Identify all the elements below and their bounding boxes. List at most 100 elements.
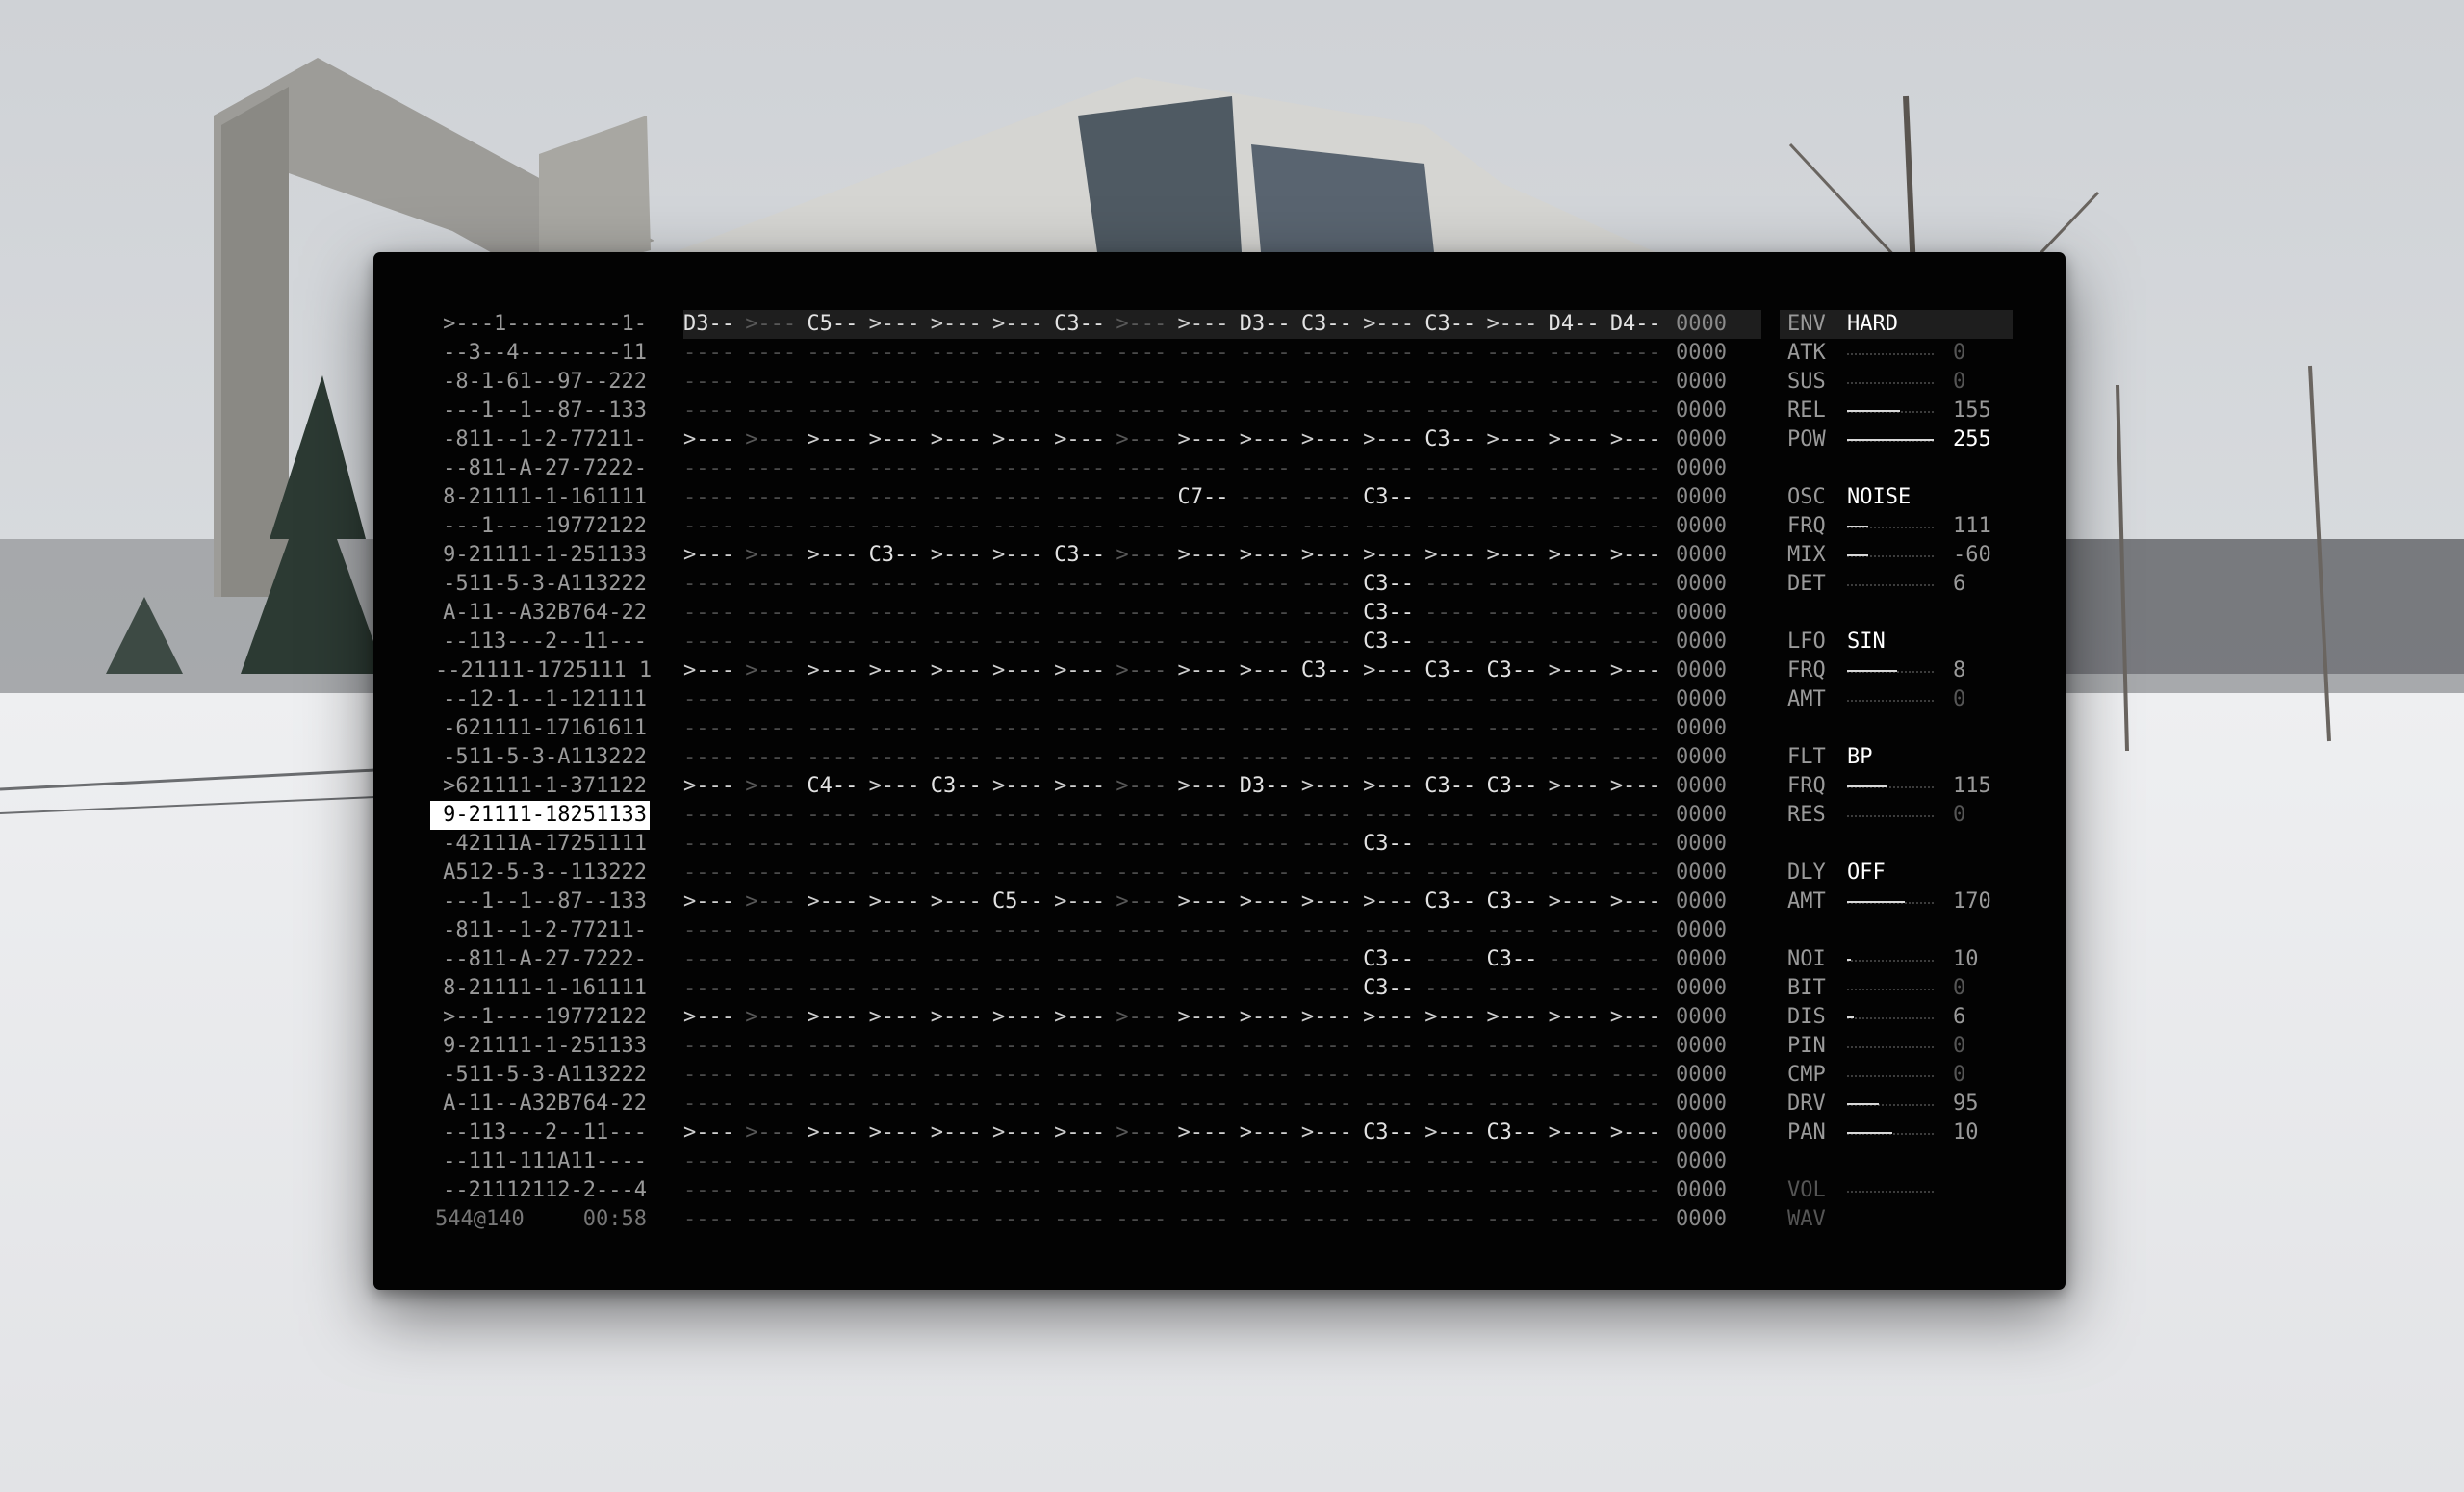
grid-cell[interactable]: ---- [1301, 801, 1363, 830]
sequence-row[interactable]: --21111-1725111 1 [435, 656, 652, 685]
grid-cell[interactable]: ---- [1549, 801, 1610, 830]
grid-cell[interactable]: C3-- [1424, 425, 1486, 454]
grid-cell[interactable]: ---- [745, 483, 807, 512]
grid-cell[interactable]: ---- [1363, 1147, 1424, 1176]
grid-cell[interactable]: ---- [1486, 685, 1548, 714]
grid-cell[interactable]: >--- [745, 310, 807, 339]
grid-cell[interactable]: ---- [1363, 916, 1424, 945]
grid-cell[interactable]: ---- [1240, 483, 1301, 512]
grid-cell[interactable]: ---- [1116, 599, 1177, 628]
grid-cell[interactable]: ---- [1054, 1090, 1116, 1119]
grid-cell[interactable]: ---- [683, 397, 745, 425]
grid-cell[interactable]: C3-- [931, 772, 992, 801]
grid-cell[interactable]: >--- [1116, 656, 1177, 685]
grid-cell[interactable]: ---- [1549, 570, 1610, 599]
grid-cell[interactable]: ---- [745, 599, 807, 628]
grid-cell[interactable]: ---- [1116, 1090, 1177, 1119]
grid-cell[interactable]: ---- [745, 714, 807, 743]
grid-cell[interactable]: ---- [1116, 801, 1177, 830]
grid-cell[interactable]: ---- [1116, 916, 1177, 945]
grid-cell[interactable]: ---- [992, 830, 1054, 859]
grid-cell[interactable]: ---- [992, 974, 1054, 1003]
grid-cell[interactable]: ---- [1178, 974, 1240, 1003]
grid-cell[interactable]: ---- [1301, 945, 1363, 974]
grid-cell[interactable]: >--- [683, 772, 745, 801]
grid-cell[interactable]: ---- [1610, 1061, 1672, 1090]
grid-cell[interactable]: C3-- [1424, 656, 1486, 685]
grid-cell[interactable]: ---- [992, 512, 1054, 541]
grid-cell[interactable]: ---- [869, 974, 931, 1003]
param-frq[interactable]: FRQ 111 [1780, 512, 2013, 541]
grid-cell[interactable]: ---- [1549, 512, 1610, 541]
grid-cell[interactable]: >--- [807, 1119, 868, 1147]
param-frq[interactable]: FRQ 115 [1780, 772, 2013, 801]
grid-cell[interactable]: ---- [1178, 859, 1240, 887]
grid-cell[interactable]: ---- [683, 801, 745, 830]
grid-cell[interactable]: ---- [1054, 830, 1116, 859]
grid-cell[interactable]: ---- [1610, 859, 1672, 887]
grid-cell[interactable]: C3-- [1363, 483, 1424, 512]
grid-cell[interactable]: ---- [1424, 570, 1486, 599]
grid-cell[interactable]: >--- [1363, 656, 1424, 685]
grid-cell[interactable]: ---- [745, 1032, 807, 1061]
grid-cell[interactable]: >--- [1363, 425, 1424, 454]
grid-cell[interactable]: ---- [1424, 397, 1486, 425]
grid-cell[interactable]: ---- [1424, 1032, 1486, 1061]
grid-cell[interactable]: ---- [992, 368, 1054, 397]
grid-cell[interactable]: ---- [683, 714, 745, 743]
grid-cell[interactable]: ---- [1054, 945, 1116, 974]
sequence-row[interactable]: -42111A-17251111 [435, 830, 647, 859]
grid-cell[interactable]: ---- [1240, 714, 1301, 743]
grid-cell[interactable]: ---- [931, 1176, 992, 1205]
grid-cell[interactable]: ---- [931, 368, 992, 397]
grid-cell[interactable]: D4-- [1549, 310, 1610, 339]
grid-cell[interactable]: ---- [745, 859, 807, 887]
grid-cell[interactable]: ---- [1116, 830, 1177, 859]
grid-cell[interactable]: C3-- [1486, 772, 1548, 801]
grid-cell[interactable]: ---- [1424, 1176, 1486, 1205]
grid-cell[interactable]: ---- [1054, 454, 1116, 483]
grid-cell[interactable]: ---- [992, 1090, 1054, 1119]
grid-cell[interactable]: ---- [1549, 483, 1610, 512]
grid-cell[interactable]: ---- [992, 397, 1054, 425]
grid-cell[interactable]: >--- [1178, 425, 1240, 454]
grid-cell[interactable]: ---- [1301, 859, 1363, 887]
grid-cell[interactable]: ---- [1363, 743, 1424, 772]
param-wav[interactable]: WAV [1780, 1205, 2013, 1234]
grid-cell[interactable]: >--- [1116, 541, 1177, 570]
grid-cell[interactable]: ---- [1549, 628, 1610, 656]
param-slider[interactable] [1847, 1090, 1934, 1119]
param-slider[interactable] [1847, 685, 1934, 714]
grid-cell[interactable]: C7-- [1178, 483, 1240, 512]
grid-cell[interactable]: >--- [1178, 656, 1240, 685]
grid-cell[interactable]: ---- [1486, 599, 1548, 628]
grid-cell[interactable]: ---- [1301, 1205, 1363, 1234]
grid-cell[interactable]: ---- [1424, 714, 1486, 743]
grid-cell[interactable]: ---- [1301, 454, 1363, 483]
sequence-row[interactable]: -511-5-3-A113222 [435, 570, 647, 599]
grid-cell[interactable]: ---- [1301, 599, 1363, 628]
grid-cell[interactable]: ---- [1054, 397, 1116, 425]
grid-cell[interactable]: ---- [931, 454, 992, 483]
grid-cell[interactable]: ---- [1610, 339, 1672, 368]
grid-cell[interactable]: ---- [869, 483, 931, 512]
grid-cell[interactable]: >--- [1054, 887, 1116, 916]
grid-cell[interactable]: ---- [1486, 1147, 1548, 1176]
grid-cell[interactable]: ---- [1301, 1061, 1363, 1090]
grid-cell[interactable]: ---- [1549, 743, 1610, 772]
grid-cell[interactable]: ---- [807, 743, 868, 772]
grid-cell[interactable]: ---- [1054, 1176, 1116, 1205]
grid-cell[interactable]: ---- [1424, 368, 1486, 397]
grid-cell[interactable]: ---- [1240, 1032, 1301, 1061]
grid-cell[interactable]: ---- [1116, 714, 1177, 743]
grid-cell[interactable]: ---- [745, 397, 807, 425]
grid-cell[interactable]: >--- [1610, 887, 1672, 916]
grid-cell[interactable]: ---- [1610, 1176, 1672, 1205]
sequence-row[interactable]: 8-21111-1-161111 [435, 974, 647, 1003]
grid-cell[interactable]: ---- [1178, 743, 1240, 772]
grid-cell[interactable]: ---- [1240, 397, 1301, 425]
grid-cell[interactable]: >--- [745, 1003, 807, 1032]
grid-cell[interactable]: ---- [1549, 1090, 1610, 1119]
grid-cell[interactable]: ---- [992, 1032, 1054, 1061]
grid-cell[interactable]: ---- [1054, 859, 1116, 887]
